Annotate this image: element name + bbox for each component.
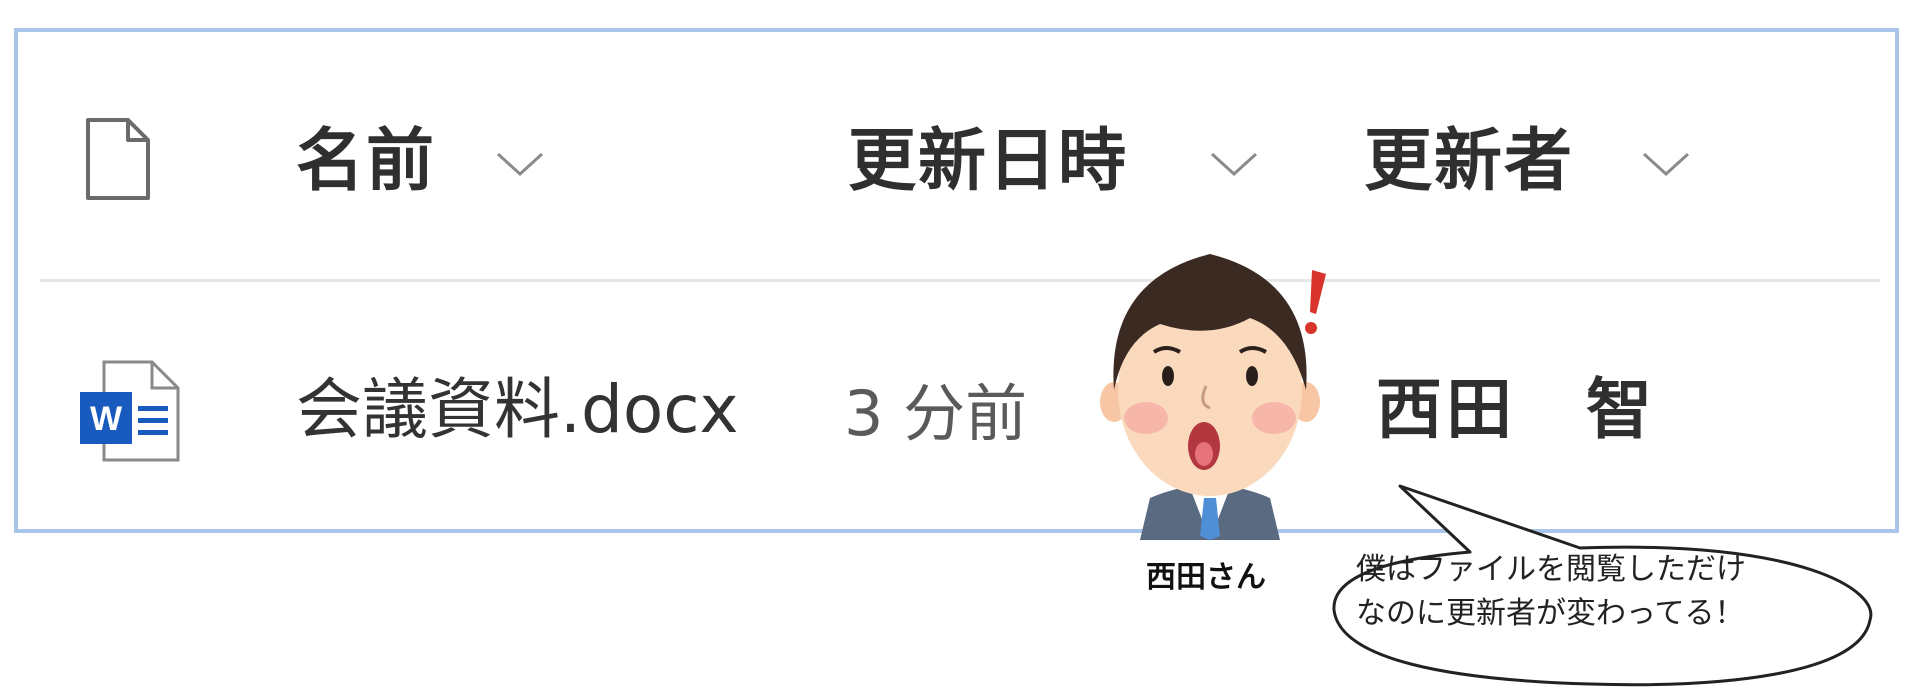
document-icon[interactable]: [82, 114, 154, 208]
header-divider: [40, 279, 1880, 282]
chevron-down-icon[interactable]: [1208, 150, 1260, 182]
column-header-modified-by[interactable]: 更新者: [1364, 122, 1574, 202]
exclamation-icon: [1300, 268, 1330, 342]
modified-by-name[interactable]: 西田 智: [1376, 370, 1656, 450]
svg-text:W: W: [90, 400, 123, 438]
speech-bubble-text: 僕はファイルを閲覧しただけ なのに更新者が変わってる！: [1356, 552, 1746, 631]
character-name-label: 西田さん: [1146, 560, 1266, 595]
column-header-name[interactable]: 名前: [296, 122, 436, 202]
column-header-modified[interactable]: 更新日時: [848, 122, 1128, 202]
chevron-down-icon[interactable]: [494, 150, 546, 182]
word-document-icon[interactable]: W: [78, 358, 184, 468]
chevron-down-icon[interactable]: [1640, 150, 1692, 182]
modified-time: 3 分前: [844, 377, 1028, 450]
file-name-link[interactable]: 会議資料.docx: [296, 370, 739, 450]
